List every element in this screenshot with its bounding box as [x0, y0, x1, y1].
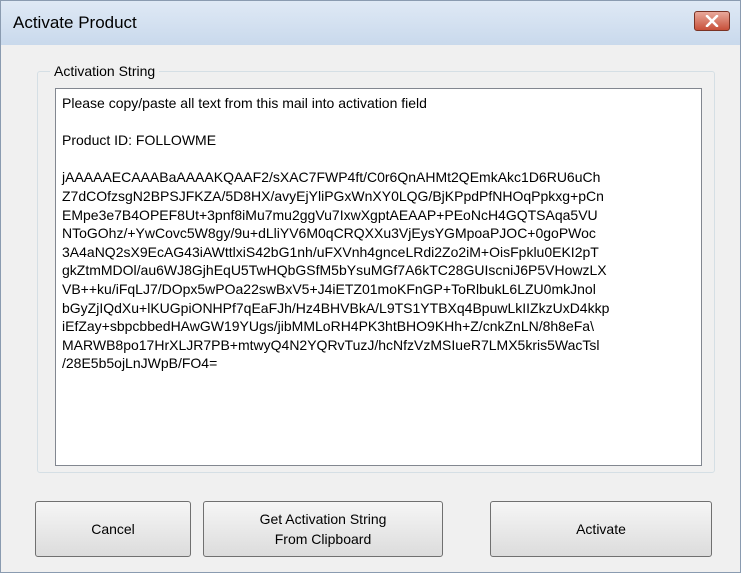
get-from-clipboard-button[interactable]: Get Activation String From Clipboard: [203, 501, 443, 557]
close-button[interactable]: [694, 11, 730, 31]
window-title: Activate Product: [13, 13, 137, 32]
activate-button[interactable]: Activate: [490, 501, 712, 557]
activation-string-text: Please copy/paste all text from this mai…: [62, 95, 610, 372]
activation-string-label: Activation String: [50, 63, 160, 79]
activate-product-dialog: Activate Product Activation String Pleas…: [0, 0, 741, 573]
activation-string-group: Activation String Please copy/paste all …: [37, 63, 715, 473]
close-icon: [705, 15, 719, 27]
activation-string-field[interactable]: Please copy/paste all text from this mai…: [55, 88, 702, 466]
cancel-button[interactable]: Cancel: [35, 501, 191, 557]
dialog-body: Activation String Please copy/paste all …: [9, 45, 732, 564]
title-bar: Activate Product: [1, 1, 740, 45]
